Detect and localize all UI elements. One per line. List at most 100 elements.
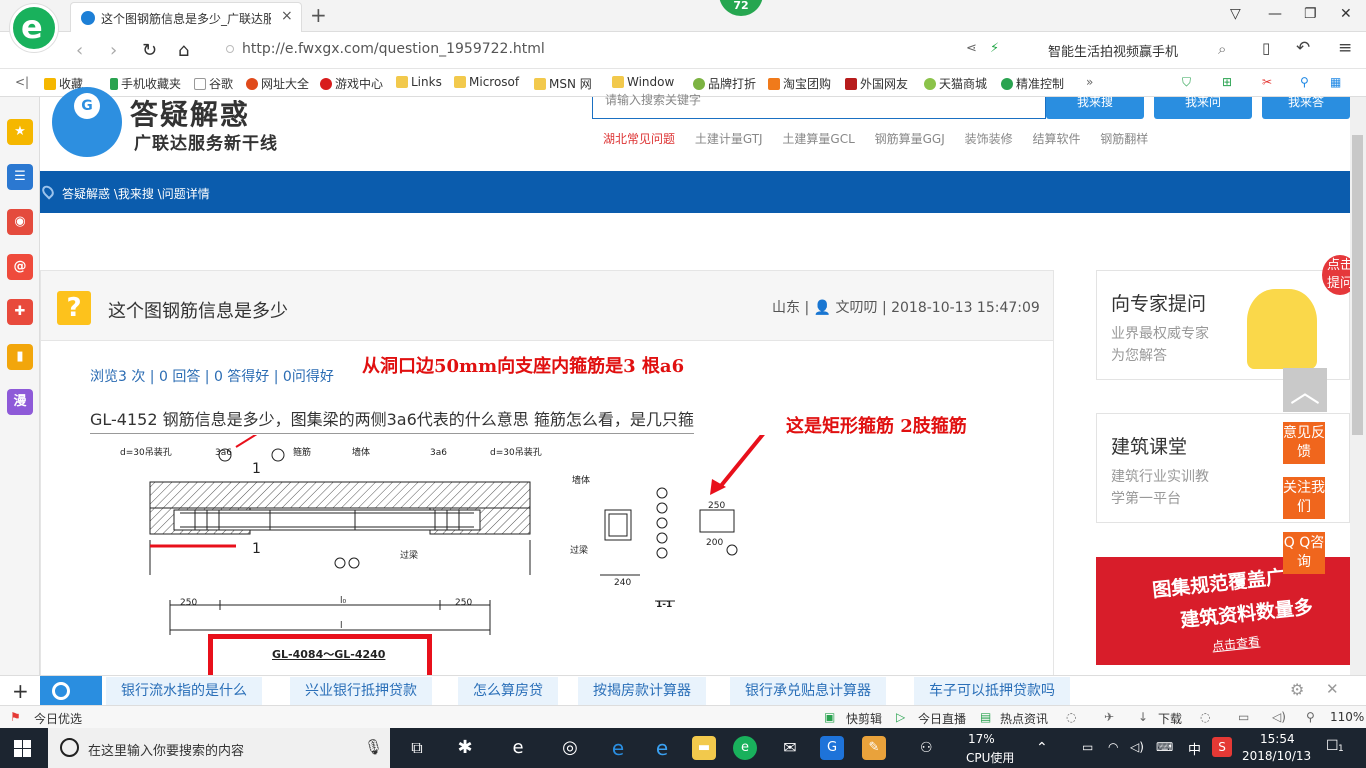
refresh-icon[interactable]: ◌ — [1200, 710, 1210, 724]
clock-time[interactable]: 15:54 — [1260, 732, 1295, 746]
ask-button[interactable]: 我来问 — [1154, 96, 1252, 119]
notes-icon[interactable]: ✎ — [862, 736, 886, 760]
news-icon[interactable]: ☰ — [7, 164, 33, 190]
follow-button[interactable]: 关注我们 — [1283, 477, 1325, 519]
bookmark-item[interactable]: 天猫商城 — [924, 75, 987, 92]
settings-icon[interactable]: ⚙ — [1290, 680, 1304, 699]
bookmark-item[interactable]: 淘宝团购 — [768, 75, 831, 92]
status-item[interactable]: 今日直播 — [918, 710, 966, 727]
qq-button[interactable]: Q Q咨询 — [1283, 532, 1325, 574]
bookmark-item[interactable]: 谷歌 — [194, 75, 233, 92]
search-logo-icon[interactable] — [40, 676, 102, 706]
bookmark-item[interactable]: 外国网友 — [845, 75, 908, 92]
sogou-icon[interactable]: S — [1212, 737, 1232, 757]
sound-icon[interactable]: ◁) — [1272, 710, 1286, 724]
star-icon[interactable]: ★ — [7, 119, 33, 145]
news-link[interactable]: 车子可以抵押贷款吗 — [914, 677, 1070, 705]
bookmark-item[interactable]: Links — [396, 75, 442, 89]
manga-icon[interactable]: 漫 — [7, 389, 33, 415]
category-link[interactable]: 钢筋翻样 — [1100, 132, 1148, 146]
bookmark-item[interactable]: 品牌打折 — [693, 75, 756, 92]
new-tab-button[interactable]: + — [310, 3, 327, 27]
category-link[interactable]: 装饰装修 — [965, 132, 1013, 146]
more-bookmarks-icon[interactable]: » — [1086, 75, 1093, 89]
chevron-up-icon[interactable]: ⌃ — [1036, 740, 1048, 756]
microphone-icon[interactable]: 🎙 — [364, 738, 383, 756]
status-item[interactable]: 下载 — [1158, 710, 1182, 727]
windows-start-icon[interactable] — [14, 740, 31, 757]
category-link[interactable]: 土建计量GTJ — [695, 132, 763, 146]
mail-icon[interactable]: @ — [7, 254, 33, 280]
people-icon[interactable]: ⚇ — [920, 740, 933, 756]
compat-icon[interactable]: ◌ — [1066, 710, 1076, 724]
bolt-icon[interactable]: ⚡ — [990, 41, 999, 56]
url-field[interactable]: http://e.fwxgx.com/question_1959722.html — [226, 41, 545, 57]
bookmark-item[interactable]: Window — [612, 75, 674, 89]
game-icon[interactable]: ✚ — [7, 299, 33, 325]
tab-close-icon[interactable]: × — [281, 8, 293, 24]
close-icon[interactable]: ✕ — [1326, 680, 1339, 698]
add-icon[interactable]: + — [12, 679, 29, 703]
ad-link[interactable]: 点击查看 — [1211, 633, 1261, 655]
bookmark-item[interactable]: Microsof — [454, 75, 519, 89]
collapse-icon[interactable]: <| — [15, 75, 29, 89]
forward-icon[interactable]: › — [110, 40, 117, 61]
back-icon[interactable]: ‹ — [76, 40, 83, 61]
grid-icon[interactable]: ▦ — [1330, 75, 1341, 89]
battery-icon[interactable]: ▭ — [1082, 740, 1093, 754]
undo-icon[interactable]: ↶ — [1296, 38, 1310, 58]
cut-icon[interactable]: ✂ — [1262, 75, 1272, 89]
answer-button[interactable]: 我来答 — [1262, 96, 1350, 119]
back-to-top-icon[interactable]: ︿ — [1283, 368, 1327, 412]
bookmark-item[interactable]: 网址大全 — [246, 75, 309, 92]
zoom-level[interactable]: 110% — [1330, 710, 1364, 724]
news-link[interactable]: 银行承兑贴息计算器 — [730, 677, 886, 705]
news-link[interactable]: 怎么算房贷 — [458, 677, 558, 705]
question-stats[interactable]: 浏览3 次 | 0 回答 | 0 答得好 | 0问得好 — [90, 366, 334, 386]
category-link[interactable]: 结算软件 — [1032, 132, 1080, 146]
window-icon[interactable]: ▭ — [1238, 710, 1249, 724]
phone-icon[interactable]: ▯ — [1262, 39, 1270, 57]
search-input[interactable]: 请输入搜索关键字 — [592, 93, 1046, 119]
expert-ask-panel[interactable]: 向专家提问 业界最权威专家 为您解答 — [1096, 270, 1350, 380]
pin-icon[interactable]: ✈ — [1104, 710, 1114, 724]
home-icon[interactable]: ⌂ — [178, 40, 189, 61]
bookmark-item[interactable]: 游戏中心 — [320, 75, 383, 92]
clock-date[interactable]: 2018/10/13 — [1242, 749, 1311, 763]
search-button[interactable]: 我来搜 — [1046, 96, 1144, 119]
keyboard-icon[interactable]: ⌨ — [1156, 740, 1173, 754]
status-item[interactable]: 热点资讯 — [1000, 710, 1048, 727]
minimize-button[interactable]: — — [1268, 6, 1282, 22]
notification-center-icon[interactable]: ☐ — [1326, 738, 1339, 754]
search-icon[interactable]: ⌕ — [1218, 40, 1226, 58]
promo-text[interactable]: 智能生活拍视频赢手机 — [1048, 41, 1178, 60]
edge-icon[interactable]: e — [606, 736, 630, 760]
browser-logo-icon[interactable]: e — [10, 4, 58, 52]
scrollbar-thumb[interactable] — [1352, 135, 1363, 435]
zoom-icon[interactable]: ⚲ — [1306, 710, 1315, 724]
close-window-button[interactable]: ✕ — [1340, 6, 1352, 22]
status-item[interactable]: 快剪辑 — [846, 710, 882, 727]
bookmark-item[interactable]: 手机收藏夹 — [110, 75, 181, 92]
category-link[interactable]: 土建算量GCL — [782, 132, 854, 146]
status-left[interactable]: 今日优选 — [34, 710, 82, 727]
mail-icon[interactable]: ✉ — [778, 736, 802, 760]
reload-icon[interactable]: ↻ — [142, 40, 157, 61]
app-icon[interactable]: ◎ — [558, 736, 582, 760]
skin-icon[interactable]: ▽ — [1230, 6, 1241, 22]
share-icon[interactable]: ⋖ — [966, 41, 977, 56]
breadcrumb[interactable]: 答疑解惑 \我来搜 \问题详情 — [62, 185, 210, 202]
task-view-icon[interactable]: ⧉ — [405, 736, 429, 760]
zoom-icon[interactable]: ⚲ — [1300, 75, 1309, 89]
taskbar-search[interactable]: 在这里输入你要搜索的内容 🎙 — [48, 728, 390, 768]
weibo-icon[interactable]: ◉ — [7, 209, 33, 235]
file-explorer-icon[interactable]: ▬ — [692, 736, 716, 760]
translate-icon[interactable]: ⊞ — [1222, 75, 1232, 89]
360-browser-icon[interactable]: e — [733, 736, 757, 760]
news-link[interactable]: 银行流水指的是什么 — [106, 677, 262, 705]
bookmark-item[interactable]: MSN 网 — [534, 75, 592, 92]
tab-active[interactable]: 这个图钢筋信息是多少_广联达服务新干线 × — [70, 2, 302, 32]
news-link[interactable]: 兴业银行抵押贷款 — [290, 677, 432, 705]
book-icon[interactable]: ▮ — [7, 344, 33, 370]
browser-icon[interactable]: e — [506, 736, 530, 760]
